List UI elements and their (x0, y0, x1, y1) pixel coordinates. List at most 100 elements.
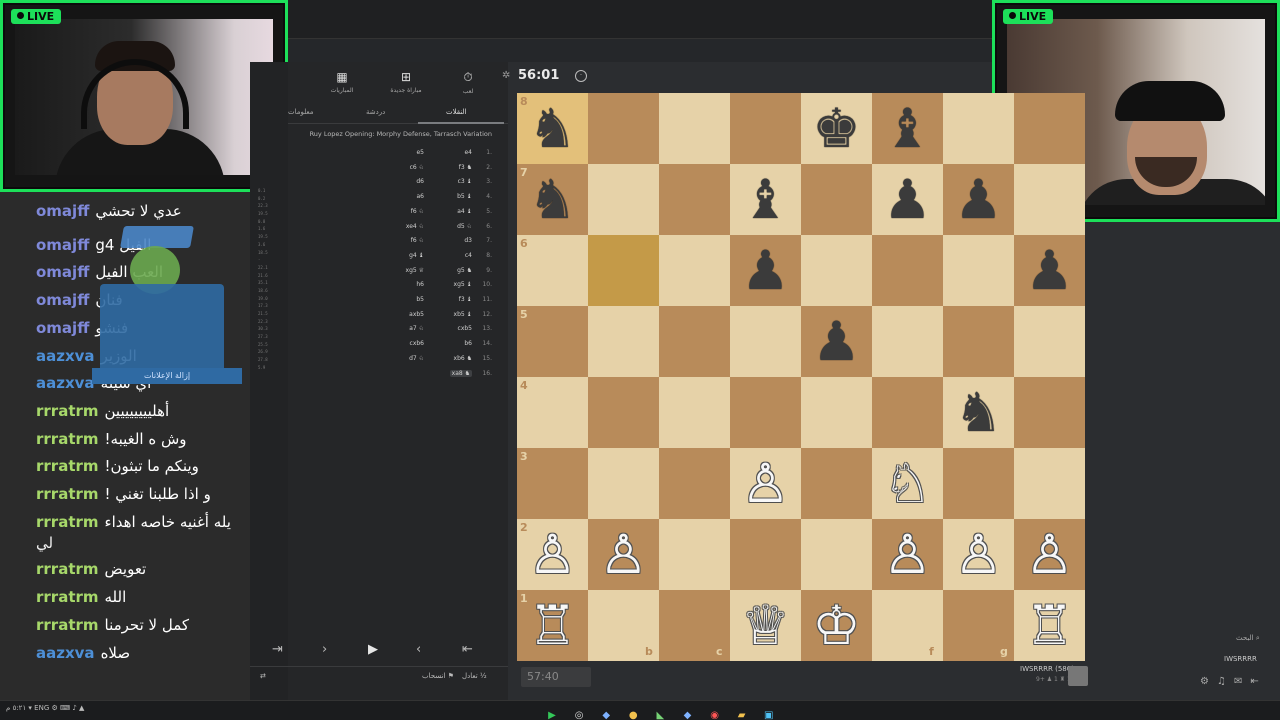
subtab-moves[interactable]: النقلات (446, 108, 467, 116)
white-move[interactable]: b5 ♝ (438, 193, 472, 200)
chat-username[interactable]: rrratrm (36, 588, 99, 606)
black-move[interactable]: b5 (392, 296, 424, 303)
square-h8[interactable] (1014, 93, 1085, 164)
black-king-icon[interactable]: ♚ (801, 93, 872, 164)
steam-icon[interactable]: ◆ (598, 709, 614, 720)
chat-username[interactable]: omajff (36, 202, 89, 220)
black-pawn-icon[interactable]: ♟ (872, 164, 943, 235)
black-move[interactable]: axb5 (392, 311, 424, 318)
white-pawn-icon[interactable]: ♙ (730, 448, 801, 519)
white-move[interactable]: xa8 ♞ (438, 369, 472, 377)
search-button[interactable]: البحث ⌕ (1236, 634, 1260, 643)
square-h4[interactable] (1014, 377, 1085, 448)
square-b8[interactable] (588, 93, 659, 164)
chat-username[interactable]: aazxva (36, 644, 95, 662)
square-c5[interactable] (659, 306, 730, 377)
white-move[interactable]: f3 ♝ (438, 296, 472, 303)
chat-username[interactable]: rrratrm (36, 457, 99, 475)
square-g5[interactable] (943, 306, 1014, 377)
black-move[interactable]: c6 ♘ (392, 164, 424, 171)
black-move[interactable]: e5 (392, 149, 424, 156)
chrome-icon[interactable]: ◉ (707, 709, 723, 720)
black-move[interactable]: cxb6 (392, 340, 424, 347)
square-e2[interactable] (801, 519, 872, 590)
black-pawn-icon[interactable]: ♟ (1014, 235, 1085, 306)
chat-username[interactable]: aazxva (36, 374, 95, 392)
mail-icon[interactable]: ✉ (1234, 676, 1250, 687)
square-e3[interactable] (801, 448, 872, 519)
next-move-button[interactable]: › (322, 642, 327, 657)
white-rook-icon[interactable]: ♖ (517, 590, 588, 661)
square-f5[interactable] (872, 306, 943, 377)
square-f6[interactable] (872, 235, 943, 306)
subtab-info[interactable]: معلومات (288, 108, 314, 116)
square-d4[interactable] (730, 377, 801, 448)
black-move[interactable]: g4 ♝ (392, 252, 424, 259)
white-move[interactable]: xb6 ♞ (438, 355, 472, 362)
pin-icon[interactable]: ✲ (502, 70, 510, 81)
square-d5[interactable] (730, 306, 801, 377)
square-c4[interactable] (659, 377, 730, 448)
white-queen-icon[interactable]: ♕ (730, 590, 801, 661)
square-e7[interactable] (801, 164, 872, 235)
black-move[interactable]: d6 (392, 178, 424, 185)
folder-icon[interactable]: ▰ (734, 709, 750, 720)
square-h7[interactable] (1014, 164, 1085, 235)
square-c2[interactable] (659, 519, 730, 590)
black-move[interactable]: h6 (392, 281, 424, 288)
square-h3[interactable] (1014, 448, 1085, 519)
square-b6[interactable] (588, 235, 659, 306)
player-avatar[interactable] (1068, 666, 1088, 686)
white-move[interactable]: c3 ♝ (438, 178, 472, 185)
square-b7[interactable] (588, 164, 659, 235)
black-pawn-icon[interactable]: ♟ (801, 306, 872, 377)
white-move[interactable]: d3 (438, 237, 472, 244)
first-move-button[interactable]: ⇤ (462, 642, 473, 657)
black-move[interactable]: a7 ♘ (392, 325, 424, 332)
chat-username[interactable]: rrratrm (36, 616, 99, 634)
sidebar-user[interactable]: IWSRRRR (1224, 655, 1257, 663)
white-rook-icon[interactable]: ♖ (1014, 590, 1085, 661)
white-knight-icon[interactable]: ♘ (872, 448, 943, 519)
media-player-icon[interactable]: ▶ (544, 709, 560, 720)
white-king-icon[interactable]: ♔ (801, 590, 872, 661)
chat-username[interactable]: rrratrm (36, 485, 99, 503)
chat-username[interactable]: rrratrm (36, 430, 99, 448)
chat-username[interactable]: omajff (36, 236, 89, 254)
subtab-chat[interactable]: دردشة (366, 108, 385, 116)
chat-username[interactable]: rrratrm (36, 513, 99, 531)
white-move[interactable]: a4 ♝ (438, 208, 472, 215)
white-move[interactable]: cxb5 (438, 325, 472, 332)
square-g3[interactable] (943, 448, 1014, 519)
square-e6[interactable] (801, 235, 872, 306)
black-move[interactable]: xg5 ♕ (392, 267, 424, 274)
white-pawn-icon[interactable]: ♙ (1014, 519, 1085, 590)
square-g8[interactable] (943, 93, 1014, 164)
chat-username[interactable]: rrratrm (36, 560, 99, 578)
bell-icon[interactable]: ♫ (1217, 676, 1234, 687)
current-move[interactable]: xa8 ♞ (449, 369, 472, 377)
chat-username[interactable]: omajff (36, 319, 89, 337)
previous-move-button[interactable]: ‹ (416, 642, 421, 657)
white-move[interactable]: xb5 ♝ (438, 311, 472, 318)
square-c3[interactable] (659, 448, 730, 519)
play-button[interactable]: ▶ (368, 642, 378, 657)
square-g6[interactable] (943, 235, 1014, 306)
black-pawn-icon[interactable]: ♟ (730, 235, 801, 306)
white-move[interactable]: e4 (438, 149, 472, 156)
square-d2[interactable] (730, 519, 801, 590)
white-move[interactable]: b6 (438, 340, 472, 347)
white-move[interactable]: f3 ♞ (438, 164, 472, 171)
square-b3[interactable] (588, 448, 659, 519)
black-move[interactable]: f6 ♘ (392, 237, 424, 244)
player-name[interactable]: IWSRRRR (580) (1020, 665, 1074, 673)
black-move[interactable]: a6 (392, 193, 425, 200)
white-pawn-icon[interactable]: ♙ (943, 519, 1014, 590)
tab-play[interactable]: ⏱ لعب (438, 70, 498, 95)
remove-ads-label[interactable]: إزالة الإعلانات (92, 368, 242, 384)
white-pawn-icon[interactable]: ♙ (872, 519, 943, 590)
tab-new-game[interactable]: ⊞ مباراة جديدة (376, 70, 436, 94)
language-indicator[interactable]: ENG (34, 704, 49, 712)
white-move[interactable]: c4 (438, 252, 472, 259)
white-move[interactable]: g5 ♞ (438, 267, 472, 274)
